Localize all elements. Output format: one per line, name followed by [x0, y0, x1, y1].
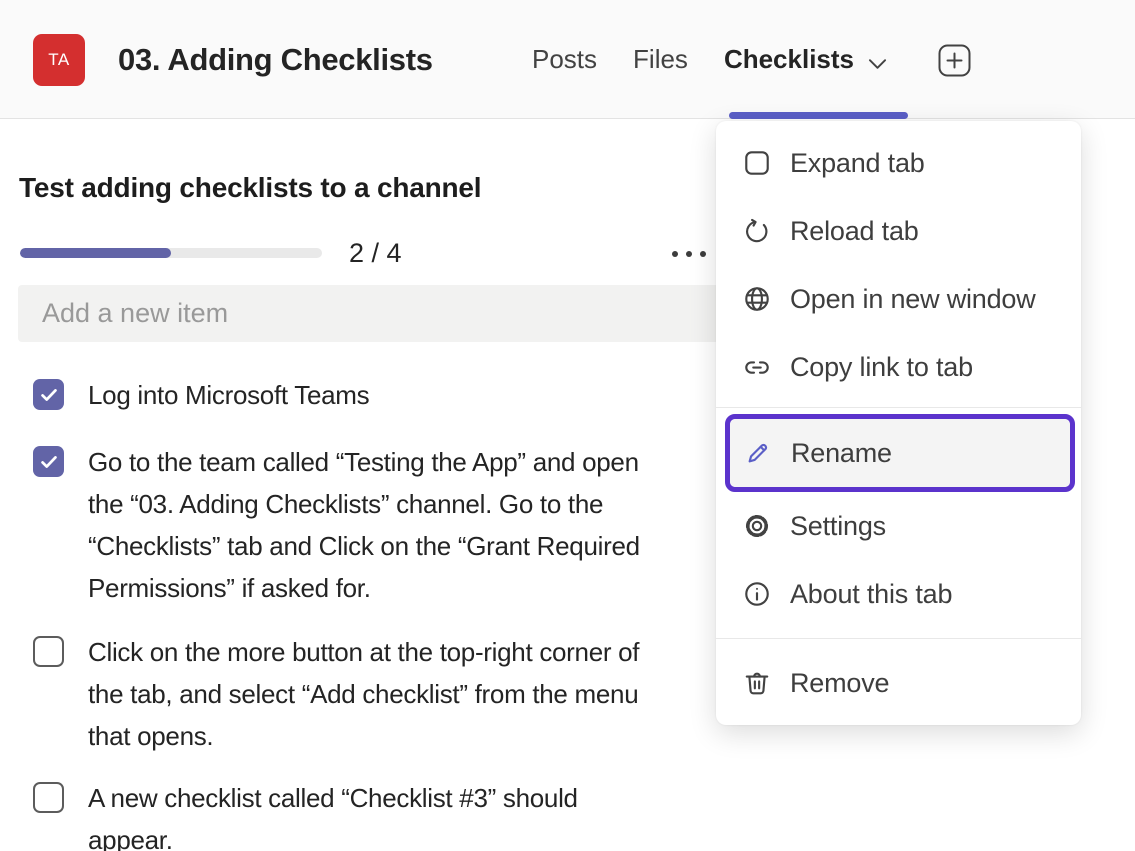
channel-header: TA 03. Adding Checklists Posts Files Che… [0, 0, 1135, 119]
reload-icon [742, 216, 772, 246]
item-text: Log into Microsoft Teams [88, 374, 369, 416]
checkmark-icon [38, 384, 60, 406]
menu-item-label: Reload tab [790, 216, 919, 247]
menu-item-expand-tab[interactable]: Expand tab [716, 129, 1081, 197]
item-text: Click on the more button at the top-righ… [88, 631, 639, 757]
item-checkbox[interactable] [33, 446, 64, 477]
progress-bar-fill [20, 248, 171, 258]
chevron-down-icon [868, 46, 887, 77]
menu-item-remove[interactable]: Remove [716, 649, 1081, 717]
team-avatar-initials: TA [48, 50, 69, 70]
progress-count: 2 / 4 [349, 238, 402, 269]
menu-item-open-in-new-window[interactable]: Open in new window [716, 265, 1081, 333]
menu-item-label: Copy link to tab [790, 352, 973, 383]
tab-posts[interactable]: Posts [532, 44, 597, 75]
channel-title: 03. Adding Checklists [118, 0, 433, 119]
checklist-more-button[interactable] [672, 244, 716, 264]
tab-checklists-label: Checklists [724, 44, 854, 75]
menu-item-rename[interactable]: Rename [730, 419, 1070, 487]
item-checkbox[interactable] [33, 379, 64, 410]
tab-context-menu: Expand tab Reload tab Open in new window [716, 121, 1081, 725]
item-text: Go to the team called “Testing the App” … [88, 441, 640, 609]
expand-tab-icon [742, 148, 772, 178]
plus-square-icon [938, 44, 971, 77]
menu-divider [716, 407, 1081, 408]
tab-checklists[interactable]: Checklists [724, 42, 887, 77]
gear-icon [742, 511, 772, 541]
more-dots-icon [672, 251, 678, 257]
menu-item-reload-tab[interactable]: Reload tab [716, 197, 1081, 265]
menu-item-label: Rename [791, 438, 892, 469]
menu-item-label: About this tab [790, 579, 952, 610]
teams-channel-screen: TA 03. Adding Checklists Posts Files Che… [0, 0, 1135, 851]
menu-item-label: Open in new window [790, 284, 1036, 315]
menu-item-label: Remove [790, 668, 889, 699]
checklist-title: Test adding checklists to a channel [19, 172, 481, 204]
add-item-input[interactable] [18, 285, 719, 342]
trash-icon [742, 668, 772, 698]
checklist-item: Log into Microsoft Teams [33, 374, 369, 416]
item-checkbox[interactable] [33, 636, 64, 667]
checklist-item: Go to the team called “Testing the App” … [33, 441, 640, 609]
tab-files[interactable]: Files [633, 44, 688, 75]
menu-item-about-this-tab[interactable]: About this tab [716, 560, 1081, 628]
rename-highlight-box: Rename [725, 414, 1075, 492]
progress-bar [20, 248, 322, 258]
add-tab-button[interactable] [938, 44, 971, 77]
checkmark-icon [38, 451, 60, 473]
menu-item-label: Settings [790, 511, 886, 542]
menu-item-settings[interactable]: Settings [716, 492, 1081, 560]
menu-item-label: Expand tab [790, 148, 925, 179]
menu-divider [716, 638, 1081, 639]
pencil-icon [743, 438, 773, 468]
checklist-item: Click on the more button at the top-righ… [33, 631, 639, 757]
item-checkbox[interactable] [33, 782, 64, 813]
team-avatar[interactable]: TA [33, 34, 85, 86]
item-text: A new checklist called “Checklist #3” sh… [88, 777, 578, 851]
active-tab-underline [729, 112, 908, 119]
menu-item-copy-link-to-tab[interactable]: Copy link to tab [716, 333, 1081, 401]
channel-tabs: Posts Files Checklists [532, 0, 887, 119]
info-icon [742, 579, 772, 609]
checklist-item: A new checklist called “Checklist #3” sh… [33, 777, 578, 851]
globe-icon [742, 284, 772, 314]
link-icon [742, 352, 772, 382]
